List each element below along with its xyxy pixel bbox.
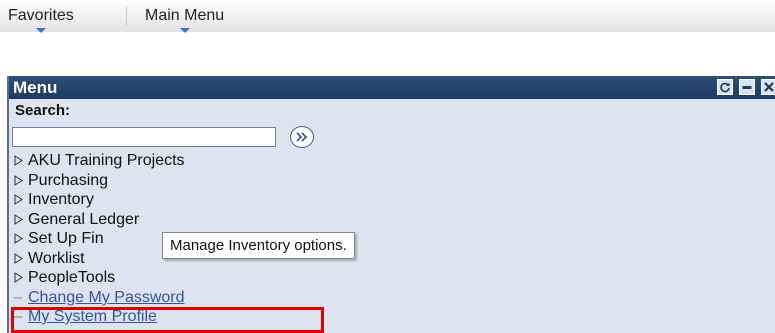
menu-search-input[interactable]: [12, 127, 276, 147]
menu-folder-worklist[interactable]: Worklist: [12, 249, 185, 269]
menu-tree: AKU Training Projects Purchasing Invento…: [12, 151, 185, 327]
expand-arrow-icon[interactable]: [12, 272, 24, 284]
menu-folder-purchasing[interactable]: Purchasing: [12, 171, 185, 191]
expand-arrow-icon[interactable]: [12, 213, 24, 225]
expand-arrow-icon[interactable]: [12, 155, 24, 167]
menu-folder-set-up-fin[interactable]: Set Up Fin: [12, 229, 185, 249]
search-go-button[interactable]: [290, 126, 314, 148]
menu-item-label: Inventory: [28, 191, 94, 208]
menu-item-label: Purchasing: [28, 171, 109, 189]
top-navigation-bar: Favorites Main Menu: [0, 0, 775, 33]
minimize-icon[interactable]: [739, 79, 755, 95]
favorites-caret-icon: [35, 28, 46, 33]
close-icon[interactable]: [761, 79, 775, 95]
expand-arrow-icon[interactable]: [12, 194, 24, 206]
menu-link-label[interactable]: Change My Password: [28, 288, 185, 308]
menu-title: Menu: [13, 78, 58, 97]
main-menu-caret-icon: [179, 28, 190, 33]
double-chevron-right-icon: [296, 132, 308, 142]
menu-header: Menu: [9, 76, 775, 99]
main-menu-label: Main Menu: [145, 7, 225, 24]
menu-link-label[interactable]: My System Profile: [28, 307, 157, 327]
main-menu-menu[interactable]: Main Menu: [145, 7, 225, 33]
menu-folder-aku-training-projects[interactable]: AKU Training Projects: [12, 151, 185, 171]
menu-folder-inventory[interactable]: Inventory: [12, 190, 185, 210]
dash-icon: –: [13, 308, 23, 325]
menu-link-change-my-password[interactable]: – Change My Password: [12, 288, 185, 308]
dash-icon: –: [13, 288, 23, 306]
expand-arrow-icon[interactable]: [12, 233, 24, 245]
menu-item-label: General Ledger: [28, 210, 140, 228]
expand-arrow-icon[interactable]: [12, 252, 24, 264]
menu-pagelet: Menu Search: AKU Training Projects Purch…: [7, 76, 775, 333]
nav-separator: [126, 6, 127, 26]
menu-item-label: PeopleTools: [28, 269, 116, 286]
menu-item-label: AKU Training Projects: [28, 152, 185, 169]
menu-item-label: Set Up Fin: [28, 230, 104, 247]
search-label: Search:: [15, 102, 71, 119]
favorites-label: Favorites: [8, 7, 74, 24]
tooltip: Manage Inventory options.: [162, 232, 355, 259]
refresh-icon[interactable]: [717, 79, 733, 95]
menu-item-label: Worklist: [28, 249, 85, 267]
expand-arrow-icon[interactable]: [12, 174, 24, 186]
menu-folder-general-ledger[interactable]: General Ledger: [12, 210, 185, 230]
menu-link-my-system-profile[interactable]: – My System Profile: [12, 307, 185, 327]
menu-folder-peopletools[interactable]: PeopleTools: [12, 268, 185, 288]
favorites-menu[interactable]: Favorites: [8, 7, 74, 33]
